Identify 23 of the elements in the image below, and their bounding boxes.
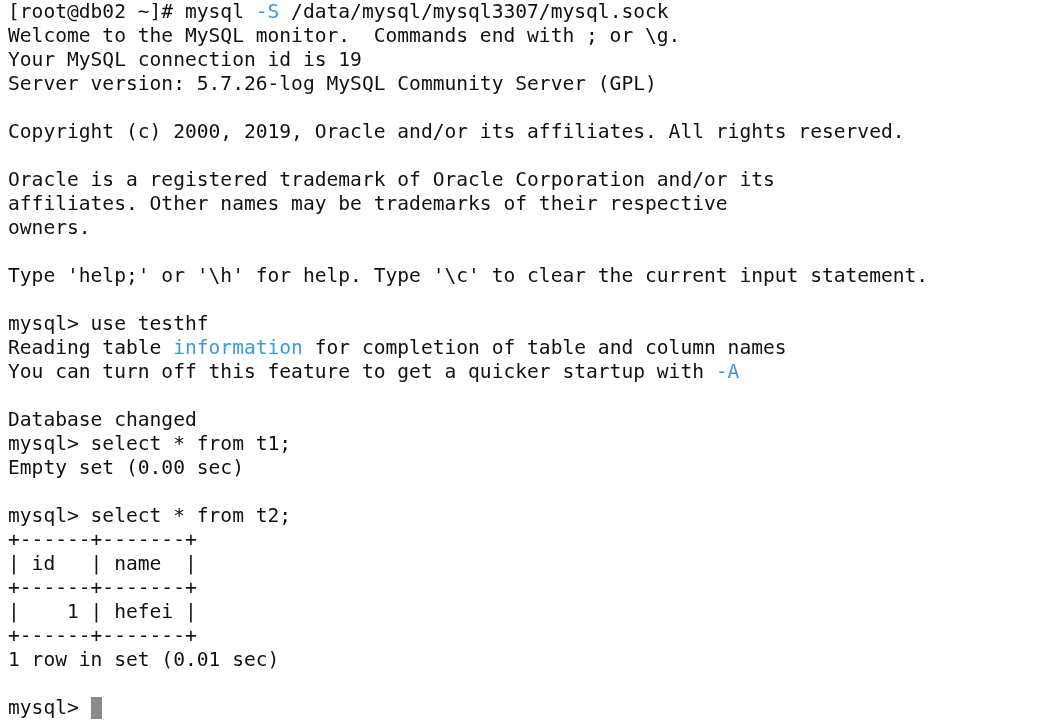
- terminal-line: | 1 | hefei |: [8, 600, 197, 624]
- terminal-line: Oracle is a registered trademark of Oracle Corporation and/or its: [8, 168, 775, 192]
- terminal-line: mysql> use testhf: [8, 312, 209, 336]
- terminal-line: Your MySQL connection id is 19: [8, 48, 362, 72]
- terminal-line: | id | name |: [8, 552, 197, 576]
- terminal-line: Type 'help;' or '\h' for help. Type '\c' to clear the current input statement.: [8, 264, 929, 288]
- prompt-text: mysql>: [8, 696, 79, 720]
- terminal-line: Database changed: [8, 408, 197, 432]
- terminal-line: +------+-------+: [8, 624, 197, 648]
- terminal-line: [root@db02 ~]# mysql -S /data/mysql/mysql3307/mysql.sock: [8, 0, 669, 24]
- terminal-line: Server version: 5.7.26-log MySQL Community Server (GPL): [8, 72, 657, 96]
- terminal-line: Empty set (0.00 sec): [8, 456, 244, 480]
- terminal-line: mysql> select * from t1;: [8, 432, 292, 456]
- terminal-line: You can turn off this feature to get a quicker startup with -A: [8, 360, 740, 384]
- terminal-line: +------+-------+: [8, 576, 197, 600]
- terminal-line: 1 row in set (0.01 sec): [8, 648, 280, 672]
- terminal-line: Welcome to the MySQL monitor. Commands end with ; or \g.: [8, 24, 681, 48]
- terminal-line: Reading table information for completion of table and column names: [8, 336, 787, 360]
- terminal-line: Copyright (c) 2000, 2019, Oracle and/or its affiliates. All rights reserved.: [8, 120, 905, 144]
- terminal-line: mysql> select * from t2;: [8, 504, 292, 528]
- terminal-line: owners.: [8, 216, 91, 240]
- terminal-line: affiliates. Other names may be trademarks of their respective: [8, 192, 728, 216]
- terminal-line: +------+-------+: [8, 528, 197, 552]
